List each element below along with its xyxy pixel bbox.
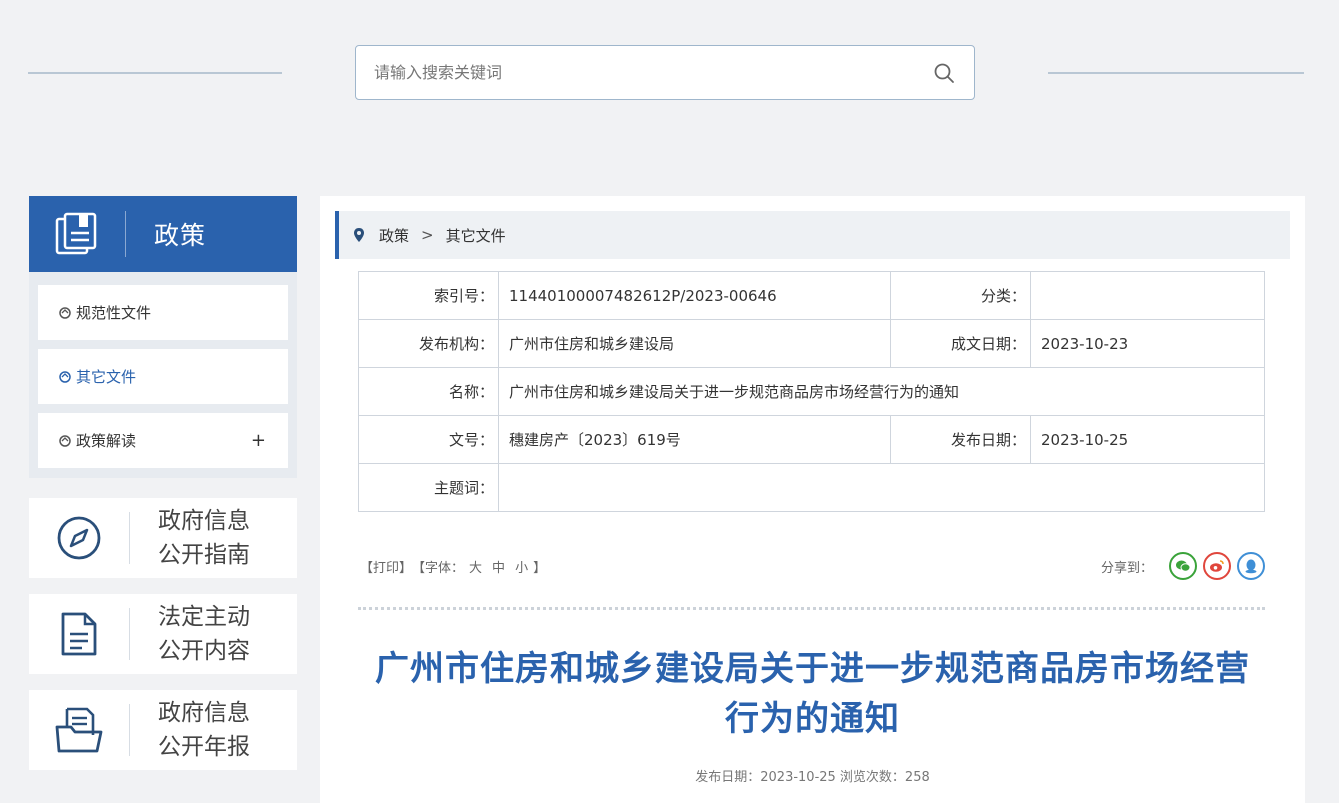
search-button[interactable]: [914, 46, 974, 99]
article-title-line: 广州市住房和城乡建设局关于进一步规范商品房市场经营: [375, 649, 1250, 689]
font-large-button[interactable]: 大: [469, 557, 482, 576]
written-date-label: 成文日期：: [890, 319, 1031, 368]
card-statutory-disclosure[interactable]: 法定主动 公开内容: [29, 594, 297, 674]
table-row: 索引号： 11440100007482612P/2023-00646 分类：: [358, 271, 1265, 320]
location-pin-icon: [353, 227, 365, 243]
article-toolbar: 【打印】 【字体： 大 中 小 】 分享到：: [360, 551, 1265, 581]
expand-plus-icon[interactable]: +: [251, 430, 266, 451]
qq-icon: [1245, 559, 1257, 574]
share-weibo-button[interactable]: [1203, 552, 1231, 580]
folder-report-icon: [55, 707, 103, 753]
article-title: 广州市住房和城乡建设局关于进一步规范商品房市场经营 行为的通知: [340, 644, 1285, 744]
card-line: 政府信息: [158, 508, 250, 534]
sidebar-title: 政策: [154, 221, 207, 250]
share-label: 分享到：: [1100, 560, 1153, 576]
sidebar-header: 政策: [29, 196, 297, 272]
card-disclosure-guide[interactable]: 政府信息 公开指南: [29, 498, 297, 578]
issuer-label: 发布机构：: [358, 319, 499, 368]
breadcrumb-other-docs-link[interactable]: 其它文件: [446, 225, 506, 246]
subject-label: 主题词：: [358, 463, 499, 512]
sidebar-item-other-docs[interactable]: 其它文件: [38, 349, 288, 404]
file-icon: [58, 306, 72, 320]
top-decor-line-right: [1048, 72, 1304, 74]
breadcrumb-policy-link[interactable]: 政策: [379, 225, 409, 246]
print-button[interactable]: 【打印】: [360, 557, 412, 576]
index-label: 索引号：: [358, 271, 499, 320]
name-label: 名称：: [358, 367, 499, 416]
font-size-suffix: 】: [533, 560, 547, 576]
breadcrumb-separator: >: [421, 226, 434, 244]
file-icon: [58, 434, 72, 448]
card-line: 法定主动: [158, 604, 250, 630]
font-medium-button[interactable]: 中: [492, 557, 505, 576]
search-input[interactable]: [356, 46, 914, 99]
font-small-button[interactable]: 小: [515, 557, 528, 576]
dotted-divider: [358, 607, 1265, 610]
doc-number-label: 文号：: [358, 415, 499, 464]
breadcrumb: 政策 > 其它文件: [335, 211, 1290, 259]
sidebar-item-label: 其它文件: [76, 368, 137, 386]
top-decor-line-left: [28, 72, 282, 74]
card-line: 公开内容: [158, 638, 250, 664]
main-content: 政策 > 其它文件 索引号： 11440100007482612P/2023-0…: [320, 196, 1305, 803]
policy-book-icon: [55, 212, 97, 255]
subject-value: [498, 463, 1265, 512]
search-icon: [934, 63, 954, 83]
written-date-value: 2023-10-23: [1030, 319, 1265, 368]
share-qq-button[interactable]: [1237, 552, 1265, 580]
table-row: 发布机构： 广州市住房和城乡建设局 成文日期： 2023-10-23: [358, 319, 1265, 368]
issuer-value: 广州市住房和城乡建设局: [498, 319, 891, 368]
doc-number-value: 穗建房产〔2023〕619号: [498, 415, 891, 464]
sidebar-item-normative-docs[interactable]: 规范性文件: [38, 285, 288, 340]
category-value: [1030, 271, 1265, 320]
table-row: 主题词：: [358, 463, 1265, 512]
share-wechat-button[interactable]: [1169, 552, 1197, 580]
search-box: [355, 45, 975, 100]
document-meta-table: 索引号： 11440100007482612P/2023-00646 分类： 发…: [358, 271, 1265, 512]
font-size-prefix: 【字体：: [412, 560, 465, 576]
document-icon: [61, 612, 97, 656]
article-title-line: 行为的通知: [725, 699, 900, 739]
sidebar-item-policy-interpretation[interactable]: 政策解读 +: [38, 413, 288, 468]
sidebar-item-label: 政策解读: [76, 432, 137, 450]
sidebar-item-label: 规范性文件: [76, 304, 152, 322]
index-value: 11440100007482612P/2023-00646: [498, 271, 891, 320]
file-icon: [58, 370, 72, 384]
article-publish-info: 发布日期：2023-10-25 浏览次数：258: [695, 770, 930, 785]
publish-date-value: 2023-10-25: [1030, 415, 1265, 464]
wechat-icon: [1176, 560, 1191, 572]
card-line: 公开指南: [158, 542, 250, 568]
card-annual-report[interactable]: 政府信息 公开年报: [29, 690, 297, 770]
table-row: 名称： 广州市住房和城乡建设局关于进一步规范商品房市场经营行为的通知: [358, 367, 1265, 416]
card-line: 公开年报: [158, 734, 250, 760]
compass-icon: [57, 516, 101, 560]
sidebar-menu: 规范性文件 其它文件 政策解读 +: [29, 272, 297, 478]
weibo-icon: [1210, 560, 1224, 572]
card-line: 政府信息: [158, 700, 250, 726]
publish-date-label: 发布日期：: [890, 415, 1031, 464]
category-label: 分类：: [890, 271, 1031, 320]
name-value: 广州市住房和城乡建设局关于进一步规范商品房市场经营行为的通知: [498, 367, 1265, 416]
table-row: 文号： 穗建房产〔2023〕619号 发布日期： 2023-10-25: [358, 415, 1265, 464]
